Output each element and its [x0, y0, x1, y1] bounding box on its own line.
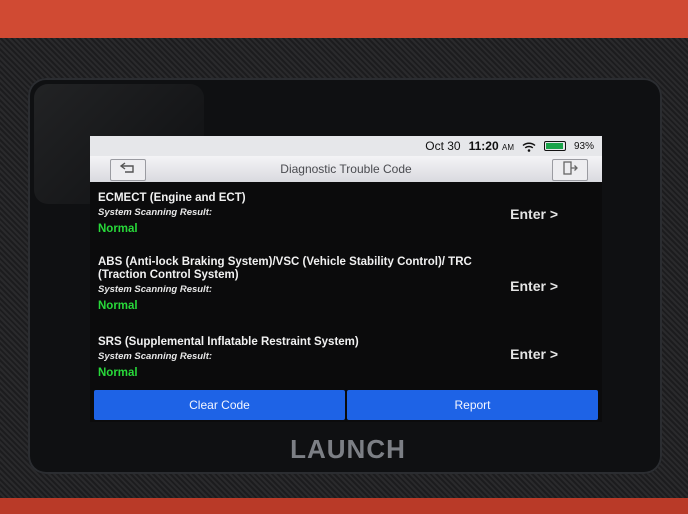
title-bar: Diagnostic Trouble Code — [90, 156, 602, 182]
status-time: 11:20 AM — [469, 139, 514, 153]
clear-code-button[interactable]: Clear Code — [94, 390, 345, 420]
system-list: ECMECT (Engine and ECT) System Scanning … — [90, 182, 602, 388]
action-bar: Clear Code Report — [94, 390, 598, 420]
battery-percent: 93% — [573, 140, 594, 152]
enter-button[interactable]: Enter > — [510, 346, 558, 362]
device-housing-bottom — [0, 498, 688, 514]
back-arrow-icon — [119, 161, 137, 179]
system-name: ABS (Anti-lock Braking System)/VSC (Vehi… — [98, 256, 472, 281]
back-button[interactable] — [110, 159, 146, 181]
page-title: Diagnostic Trouble Code — [280, 162, 412, 176]
system-item-srs[interactable]: SRS (Supplemental Inflatable Restraint S… — [98, 336, 594, 379]
system-item-ecmect[interactable]: ECMECT (Engine and ECT) System Scanning … — [98, 192, 594, 235]
status-ampm: AM — [501, 143, 514, 152]
enter-button[interactable]: Enter > — [510, 206, 558, 222]
system-item-abs[interactable]: ABS (Anti-lock Braking System)/VSC (Vehi… — [98, 256, 594, 312]
brand-logo: LAUNCH — [290, 434, 406, 464]
system-status: Normal — [98, 223, 138, 235]
report-button[interactable]: Report — [347, 390, 598, 420]
system-name: ECMECT (Engine and ECT) — [98, 192, 246, 204]
system-status: Normal — [98, 300, 138, 312]
exit-button[interactable] — [552, 159, 588, 181]
battery-fill — [545, 143, 563, 149]
enter-button[interactable]: Enter > — [510, 278, 558, 294]
battery-icon — [543, 141, 566, 151]
wifi-icon — [522, 141, 536, 152]
system-status: Normal — [98, 367, 138, 379]
status-bar: Oct 30 11:20 AM 93% — [90, 136, 602, 156]
exit-door-icon — [562, 160, 578, 180]
device-screen: Oct 30 11:20 AM 93% Diagnostic Trouble C… — [90, 136, 602, 422]
system-name: SRS (Supplemental Inflatable Restraint S… — [98, 336, 359, 348]
status-clock: 11:20 — [468, 139, 499, 153]
status-date: Oct 30 — [425, 139, 461, 153]
